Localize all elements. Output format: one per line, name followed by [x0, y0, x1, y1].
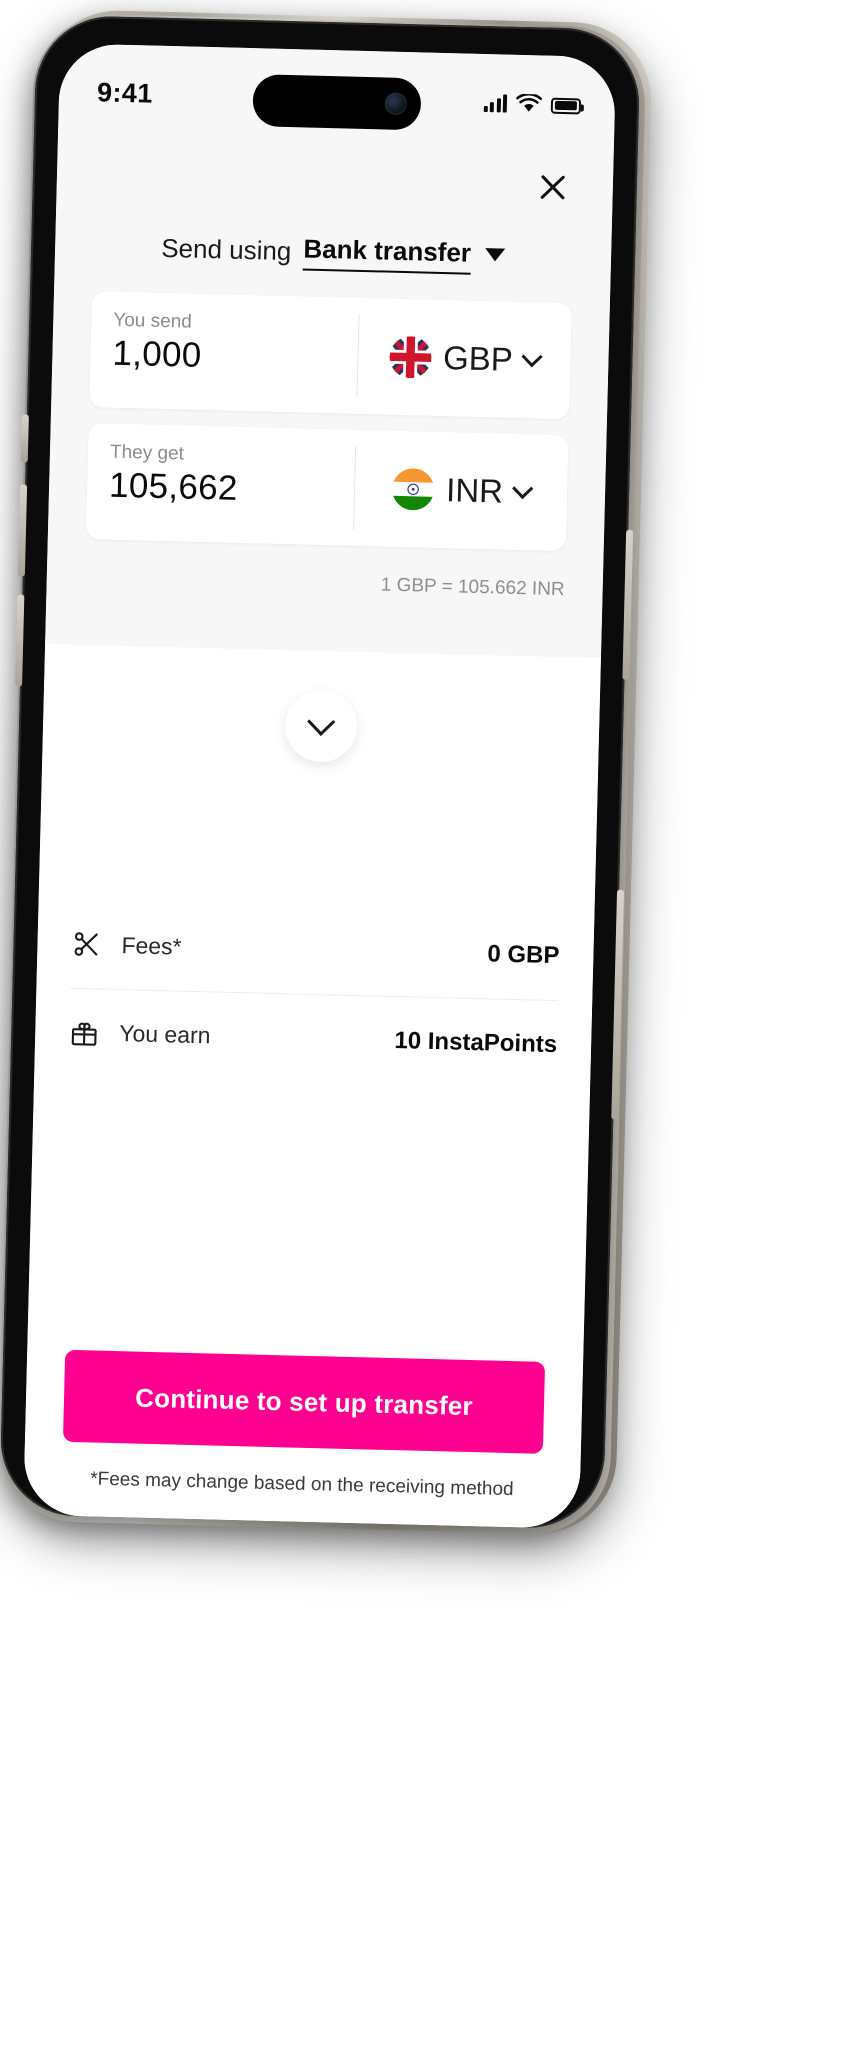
status-bar-time: 9:41 [96, 76, 154, 109]
details-sheet: Fees* 0 GBP You earn 10 InstaPoints Cont… [23, 639, 602, 1529]
uk-flag-icon [388, 335, 432, 379]
details-row-value: 0 GBP [487, 940, 560, 970]
status-bar-icons [483, 92, 582, 114]
chevron-down-icon[interactable] [521, 346, 543, 368]
you-send-input[interactable]: You send 1,000 [89, 291, 359, 414]
volume-up-button[interactable] [17, 484, 28, 577]
details-row-value: 10 InstaPoints [394, 1026, 558, 1058]
send-using-label: Send using [160, 232, 292, 267]
chevron-down-icon [307, 707, 336, 736]
you-send-currency-code: GBP [442, 339, 514, 378]
chevron-down-icon[interactable] [512, 477, 534, 500]
you-send-currency-selector[interactable]: GBP [357, 298, 572, 419]
details-row-you-earn: You earn 10 InstaPoints [68, 987, 559, 1089]
they-get-currency-code: INR [445, 471, 504, 510]
phone-device: 9:41 Fees* 0 GBP You earn 10 InstaPoints… [0, 0, 653, 1540]
details-row-label: Fees* [121, 931, 182, 960]
you-send-amount[interactable]: 1,000 [112, 334, 358, 380]
close-icon[interactable] [532, 167, 573, 208]
cta-container: Continue to set up transfer [25, 1349, 583, 1455]
volume-down-button[interactable] [15, 594, 25, 687]
they-get-amount[interactable]: 105,662 [109, 466, 355, 512]
india-flag-icon [391, 467, 435, 511]
you-send-card: You send 1,000 GBP [89, 291, 572, 420]
fees-footnote: *Fees may change based on the receiving … [89, 1468, 514, 1501]
continue-button[interactable]: Continue to set up transfer [62, 1349, 546, 1454]
details-row-fees: Fees* 0 GBP [70, 900, 560, 1000]
details-row-label: You earn [118, 1020, 211, 1049]
screenshot-root: 9:41 Fees* 0 GBP You earn 10 InstaPoints… [0, 0, 851, 2052]
send-using-value[interactable]: Bank transfer [302, 233, 472, 275]
details-list: Fees* 0 GBP You earn 10 InstaPoints [34, 899, 594, 1089]
send-using-selector[interactable]: Send using Bank transfer [54, 209, 612, 304]
mute-switch[interactable] [20, 414, 29, 463]
they-get-card: They get 105,662 INR [85, 423, 569, 552]
gift-icon [69, 1017, 112, 1048]
front-camera-icon [384, 92, 408, 116]
exchange-rate-text: 1 GBP = 105.662 INR [380, 574, 565, 601]
scissors-icon [71, 929, 114, 960]
cellular-signal-icon [483, 93, 508, 113]
battery-full-icon [550, 97, 582, 114]
quote-panel: Send using Bank transfer You send 1,000 [45, 43, 617, 659]
phone-screen: 9:41 Fees* 0 GBP You earn 10 InstaPoints… [23, 43, 617, 1529]
they-get-input[interactable]: They get 105,662 [86, 423, 356, 546]
wifi-icon [516, 93, 542, 112]
caret-down-icon[interactable] [484, 248, 506, 262]
device-body: 9:41 Fees* 0 GBP You earn 10 InstaPoints… [0, 14, 641, 1530]
dynamic-island [252, 74, 422, 131]
they-get-currency-selector[interactable]: INR [354, 430, 569, 551]
